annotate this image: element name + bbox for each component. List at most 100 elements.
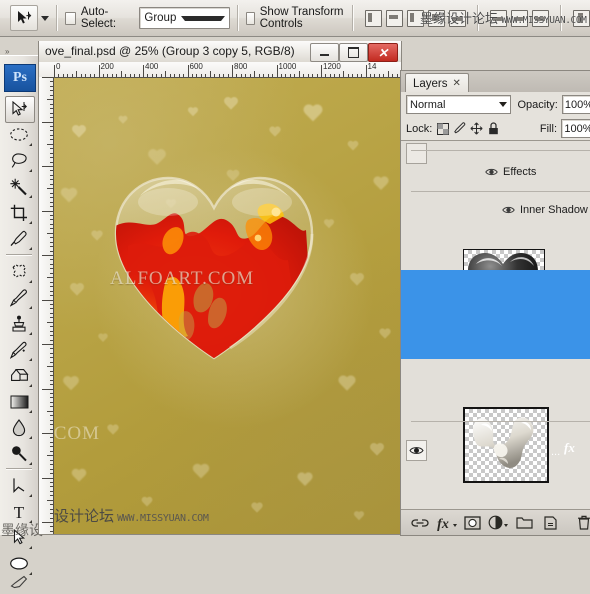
- vertical-ruler[interactable]: [39, 77, 54, 534]
- list-item[interactable]: Gradient Over...: [401, 399, 590, 419]
- blend-mode-dropdown[interactable]: Normal: [406, 95, 512, 114]
- align-left-edges-icon[interactable]: [364, 9, 382, 27]
- show-transform-checkbox[interactable]: [245, 11, 255, 25]
- tool-flyout-triangle-icon[interactable]: [29, 303, 32, 309]
- crop-tool[interactable]: [5, 200, 33, 225]
- tool-flyout-triangle-icon[interactable]: [29, 433, 32, 439]
- magic-wand-tool[interactable]: [5, 174, 33, 199]
- table-row[interactable]: [401, 141, 590, 164]
- move-tool[interactable]: [5, 96, 35, 123]
- layer-list[interactable]: Effects Inner Shadow ... fx: [401, 141, 590, 509]
- close-icon[interactable]: ✕: [453, 78, 461, 89]
- delete-layer-button[interactable]: [571, 512, 590, 534]
- blend-mode-chevron-down-icon[interactable]: [499, 102, 508, 107]
- tool-flyout-triangle-icon[interactable]: [29, 543, 32, 549]
- notes-tool[interactable]: [5, 569, 33, 594]
- elliptical-marquee-tool[interactable]: [5, 122, 33, 147]
- tool-flyout-triangle-icon[interactable]: [29, 192, 32, 198]
- tool-flyout-triangle-icon[interactable]: [29, 491, 32, 497]
- align-vertical-centers-icon[interactable]: [448, 9, 466, 27]
- align-right-edges-icon[interactable]: [406, 9, 424, 27]
- lock-transparent-pixels-icon[interactable]: [436, 122, 449, 135]
- brush-tool[interactable]: [5, 285, 33, 310]
- tool-flyout-triangle-icon[interactable]: [29, 355, 32, 361]
- close-icon: ✕: [377, 45, 389, 60]
- history-brush-tool[interactable]: [5, 337, 33, 362]
- tool-flyout-triangle-icon[interactable]: [29, 381, 32, 387]
- new-layer-button[interactable]: [537, 512, 563, 534]
- tool-preset-picker[interactable]: [10, 5, 49, 31]
- canvas-viewport[interactable]: ALFOART.COM .COM 墨缘设计论坛 WWW.MISSYUAN.COM: [54, 78, 400, 534]
- add-layer-style-button[interactable]: fx: [433, 512, 459, 534]
- list-item[interactable]: Color Overlay: [401, 379, 590, 399]
- tool-flyout-triangle-icon[interactable]: [29, 329, 32, 335]
- lock-all-icon[interactable]: [487, 122, 500, 135]
- distribute-left-edges-icon[interactable]: [572, 9, 590, 27]
- distribute-bottom-edges-icon[interactable]: [531, 9, 549, 27]
- table-row[interactable]: ... fx: [401, 270, 590, 483]
- eraser-tool[interactable]: [5, 363, 33, 388]
- patch-tool[interactable]: [5, 259, 33, 284]
- list-item[interactable]: Effects: [401, 152, 590, 178]
- toolbox-collapse-icon[interactable]: »: [5, 47, 10, 56]
- gradient-tool[interactable]: [5, 389, 33, 414]
- tool-flyout-triangle-icon[interactable]: [29, 407, 32, 413]
- tab-layers[interactable]: Layers ✕: [405, 73, 469, 93]
- auto-select-chevron-down-icon[interactable]: [180, 15, 225, 21]
- canvas-watermark-en: WWW.MISSYUAN.COM: [117, 513, 209, 524]
- tool-preset-chevron-down-icon[interactable]: [41, 15, 49, 21]
- tool-flyout-triangle-icon[interactable]: [29, 140, 32, 146]
- distribute-vertical-centers-icon[interactable]: [510, 9, 528, 27]
- close-button[interactable]: ✕: [368, 43, 398, 62]
- list-item[interactable]: Inner Shadow: [401, 171, 590, 216]
- bokeh-heart: [323, 219, 334, 229]
- opacity-input[interactable]: 100%: [561, 95, 590, 114]
- canvas-bottom-watermark: 墨缘设计论坛 WWW.MISSYUAN.COM: [54, 505, 209, 526]
- bokeh-heart: [369, 443, 384, 457]
- divider: [411, 150, 590, 151]
- auto-select-dropdown[interactable]: Group: [139, 7, 230, 29]
- link-layers-button[interactable]: [407, 512, 433, 534]
- tab-layers-label: Layers: [413, 77, 448, 90]
- lock-image-pixels-icon[interactable]: [453, 122, 466, 135]
- new-adjustment-layer-button[interactable]: [485, 512, 511, 534]
- add-layer-mask-button[interactable]: [459, 512, 485, 534]
- tool-flyout-triangle-icon[interactable]: [29, 244, 32, 250]
- distribute-top-edges-icon[interactable]: [489, 9, 507, 27]
- lasso-tool[interactable]: [5, 148, 33, 173]
- tool-flyout-triangle-icon[interactable]: [29, 277, 32, 283]
- table-row[interactable]: Gro...: [401, 422, 590, 507]
- auto-select-checkbox[interactable]: [64, 11, 76, 25]
- auto-select-value: Group: [144, 12, 177, 24]
- table-row[interactable]: Gro...: [401, 192, 590, 319]
- svg-text:T: T: [14, 503, 25, 521]
- align-buttons-group: [364, 5, 590, 31]
- blur-tool[interactable]: [5, 415, 33, 440]
- flyout-triangle-icon[interactable]: [504, 524, 508, 527]
- bokeh-heart: [62, 376, 80, 392]
- minimize-button[interactable]: [310, 43, 339, 62]
- options-bar: Auto-Select: Group Show Transform Contro…: [0, 0, 590, 37]
- fill-input[interactable]: 100%: [561, 119, 590, 138]
- dodge-tool[interactable]: [5, 441, 33, 466]
- clone-stamp-tool[interactable]: [5, 311, 33, 336]
- move-tool-icon[interactable]: [10, 5, 38, 31]
- tool-flyout-triangle-icon[interactable]: [29, 459, 32, 465]
- canvas-watermark-cn: 墨缘设计论坛: [54, 507, 115, 525]
- new-group-button[interactable]: [511, 512, 537, 534]
- bokeh-heart: [187, 107, 198, 117]
- eyedropper-tool[interactable]: [5, 226, 33, 251]
- lock-position-icon[interactable]: [470, 122, 483, 135]
- bokeh-heart: [338, 376, 357, 394]
- flyout-triangle-icon[interactable]: [452, 524, 457, 527]
- align-top-edges-icon[interactable]: [427, 9, 445, 27]
- tool-flyout-triangle-icon[interactable]: [29, 218, 32, 224]
- pen-tool[interactable]: [5, 473, 33, 498]
- list-item[interactable]: Effects: [401, 359, 590, 379]
- tool-flyout-triangle-icon[interactable]: [29, 166, 32, 172]
- horizontal-ruler[interactable]: 0 200 400 600 800 1000 1200 14: [39, 62, 401, 78]
- maximize-button[interactable]: [339, 43, 368, 62]
- bokeh-heart: [71, 469, 87, 484]
- document-titlebar[interactable]: ove_final.psd @ 25% (Group 3 copy 5, RGB…: [39, 41, 401, 63]
- align-horizontal-centers-icon[interactable]: [385, 9, 403, 27]
